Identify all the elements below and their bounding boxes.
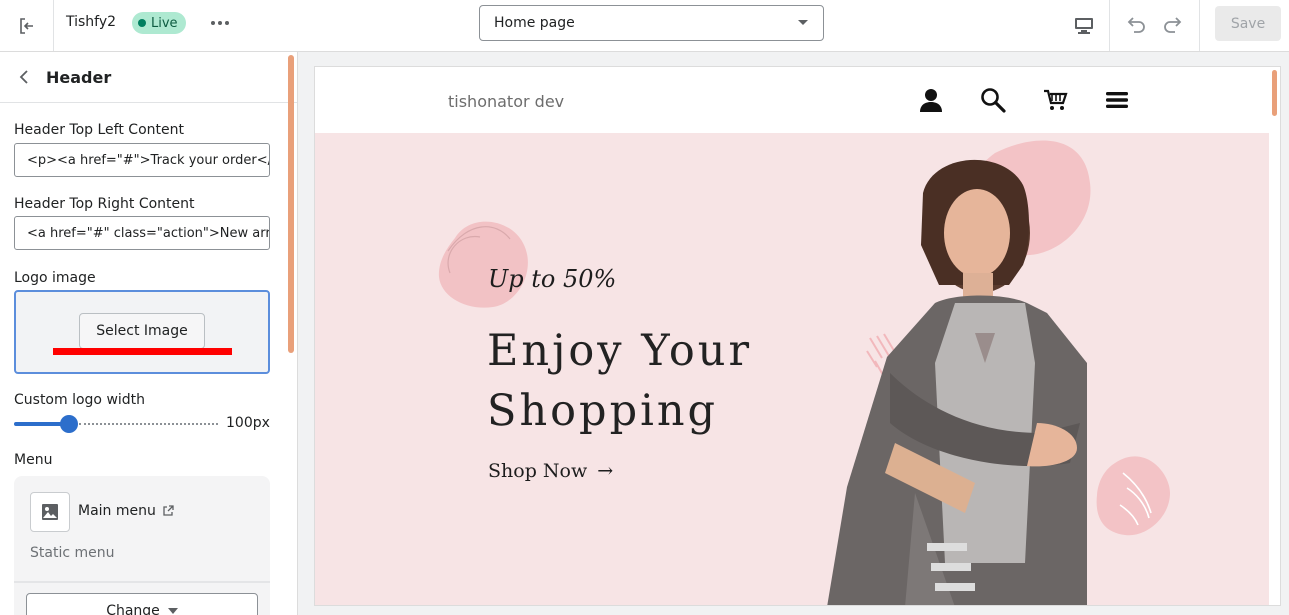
caret-down-icon (167, 608, 178, 614)
menu-link[interactable]: Main menu (78, 503, 174, 519)
toolbar-divider (1199, 0, 1200, 51)
external-link-icon (163, 505, 174, 516)
change-menu-button[interactable]: Change (26, 593, 258, 615)
menu-name-label: Main menu (78, 503, 156, 519)
search-button[interactable] (979, 86, 1007, 114)
hero-banner: Up to 50% Enjoy Your Shopping Shop Now → (315, 133, 1269, 605)
live-status-badge: Live (132, 12, 186, 34)
change-menu-label: Change (106, 603, 160, 615)
slider-thumb[interactable] (60, 415, 78, 433)
desktop-icon (1074, 17, 1093, 34)
live-dot-icon (138, 19, 146, 27)
desktop-view-button[interactable] (1058, 0, 1110, 51)
undo-icon (1127, 17, 1145, 33)
cart-icon (1044, 89, 1068, 110)
slider-track-rest (79, 423, 218, 425)
menu-card: Main menu Static menu (14, 476, 270, 581)
sidebar-title: Header (46, 67, 112, 87)
arrow-right-icon: → (597, 460, 614, 482)
chevron-left-icon (19, 70, 28, 84)
account-button[interactable] (917, 86, 945, 114)
cart-button[interactable] (1041, 86, 1069, 114)
select-image-button[interactable]: Select Image (79, 313, 205, 349)
header-top-left-input[interactable]: <p><a href="#">Track your order</a></p> (14, 143, 270, 177)
logo-image-label: Logo image (14, 270, 96, 286)
sidebar-scrollbar[interactable] (288, 55, 294, 353)
store-logo-text[interactable]: tishonator dev (448, 92, 564, 111)
shop-now-link[interactable]: Shop Now → (488, 460, 613, 482)
sidebar-header: Header (0, 52, 297, 103)
menu-type-label: Static menu (30, 545, 115, 561)
highlight-underline (53, 348, 232, 355)
custom-logo-width-label: Custom logo width (14, 392, 146, 408)
more-icon (211, 21, 229, 25)
hero-title: Enjoy Your Shopping (487, 326, 753, 436)
hamburger-menu-icon (1106, 92, 1128, 108)
exit-icon (19, 17, 33, 34)
logo-width-slider[interactable] (14, 415, 218, 433)
top-bar: Tishfy2 Live Home page Save (0, 0, 1289, 52)
menu-button[interactable] (1103, 86, 1131, 114)
search-icon (981, 88, 1006, 113)
save-button[interactable]: Save (1215, 6, 1281, 41)
live-status-label: Live (151, 15, 178, 31)
header-top-left-label: Header Top Left Content (14, 122, 184, 138)
redo-icon (1164, 17, 1182, 33)
logo-image-picker: Select Image (14, 290, 270, 374)
header-top-right-input[interactable]: <a href="#" class="action">New arrivals<… (14, 216, 270, 250)
chevron-down-icon (798, 20, 808, 25)
template-select[interactable]: Home page (479, 5, 824, 41)
template-select-value: Home page (494, 15, 575, 31)
undo-button[interactable] (1121, 10, 1151, 40)
image-icon (42, 504, 58, 520)
more-actions-button[interactable] (206, 12, 234, 34)
store-preview: tishonator dev Up to 50% Enjoy Your Shop… (314, 66, 1281, 606)
store-header: tishonator dev (315, 67, 1280, 133)
preview-scrollbar[interactable] (1272, 70, 1277, 116)
account-icon (920, 89, 942, 112)
menu-label: Menu (14, 452, 53, 468)
store-name: Tishfy2 (66, 14, 117, 30)
menu-image-thumbnail (30, 492, 70, 532)
shop-now-label: Shop Now (488, 460, 588, 482)
settings-sidebar: Header Header Top Left Content <p><a hre… (0, 52, 298, 615)
header-top-right-label: Header Top Right Content (14, 196, 195, 212)
redo-button[interactable] (1158, 10, 1188, 40)
logo-width-value: 100px (226, 415, 270, 431)
back-button[interactable] (16, 69, 32, 85)
hero-tagline: Up to 50% (488, 265, 617, 293)
exit-button[interactable] (0, 0, 54, 51)
